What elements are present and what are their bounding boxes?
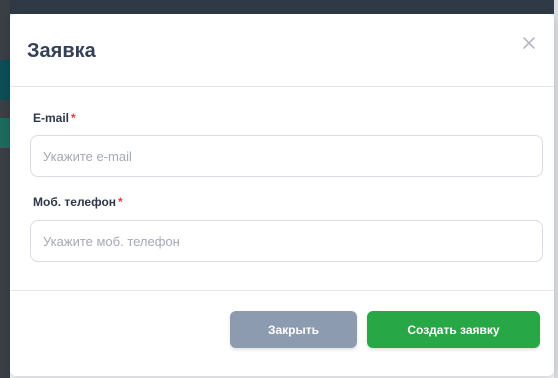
email-required-mark: * (71, 111, 76, 125)
email-label: E-mail * (33, 111, 76, 125)
phone-label-text: Моб. телефон (33, 195, 117, 209)
close-button[interactable] (518, 32, 540, 54)
create-request-button[interactable]: Создать заявку (367, 311, 540, 348)
background-sidebar-accent (0, 60, 10, 100)
email-label-text: E-mail (33, 111, 70, 125)
modal-title: Заявка (27, 40, 96, 62)
background-sidebar-accent-2 (0, 118, 10, 148)
background-right-edge (554, 0, 558, 378)
modal-header: Заявка (10, 14, 554, 87)
email-input[interactable] (30, 135, 543, 177)
modal-footer: Закрыть Создать заявку (10, 291, 554, 377)
close-modal-button[interactable]: Закрыть (230, 311, 357, 348)
close-icon (523, 37, 535, 49)
background-topbar (0, 0, 558, 14)
background-sidebar (0, 0, 10, 378)
modal-body: E-mail* Моб. телефон* (10, 87, 554, 291)
phone-input[interactable] (30, 220, 543, 262)
phone-required-mark: * (118, 195, 123, 209)
phone-label: Моб. телефон * (33, 195, 123, 209)
request-modal: Заявка E-mail* Моб. телефон* Закрыть Соз… (10, 14, 554, 376)
